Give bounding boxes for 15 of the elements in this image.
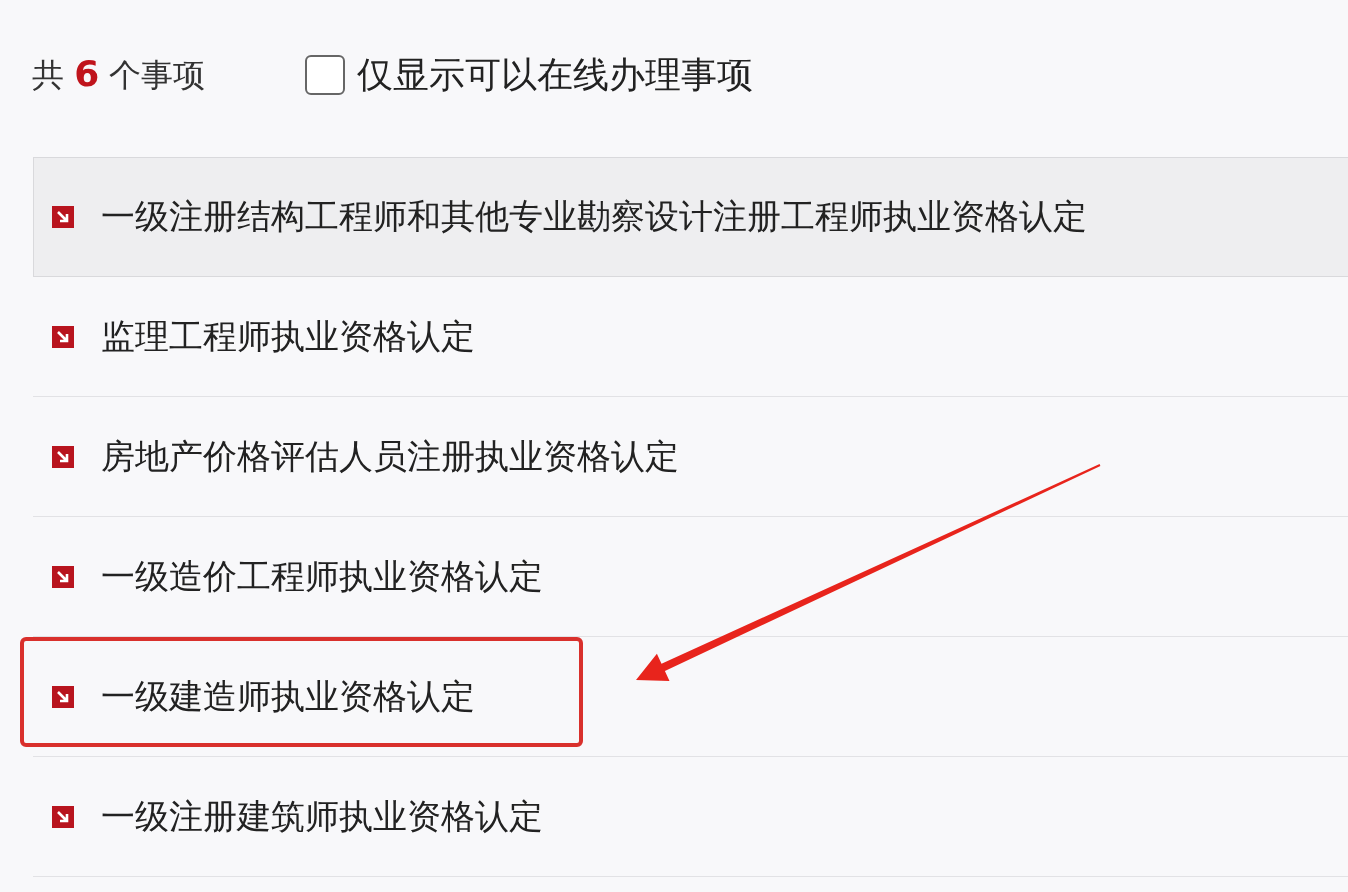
item-link[interactable]: 房地产价格评估人员注册执业资格认定 [101, 433, 679, 480]
arrow-square-icon [52, 325, 74, 348]
item-link[interactable]: 监理工程师执业资格认定 [101, 313, 475, 360]
item-count-text: 共 6 个事项 [32, 52, 206, 96]
arrow-square-icon [52, 685, 74, 708]
item-link[interactable]: 一级建造师执业资格认定 [101, 673, 475, 720]
arrow-square-icon [52, 805, 74, 828]
checkbox-label[interactable]: 仅显示可以在线办理事项 [357, 50, 754, 100]
item-link[interactable]: 一级注册建筑师执业资格认定 [101, 793, 543, 840]
item-link[interactable]: 一级注册结构工程师和其他专业勘察设计注册工程师执业资格认定 [101, 194, 1087, 240]
arrow-square-icon [52, 206, 74, 228]
arrow-square-icon [52, 565, 74, 588]
item-link[interactable]: 一级造价工程师执业资格认定 [101, 553, 543, 600]
arrow-square-icon [52, 445, 74, 468]
checkbox[interactable] [305, 55, 346, 95]
